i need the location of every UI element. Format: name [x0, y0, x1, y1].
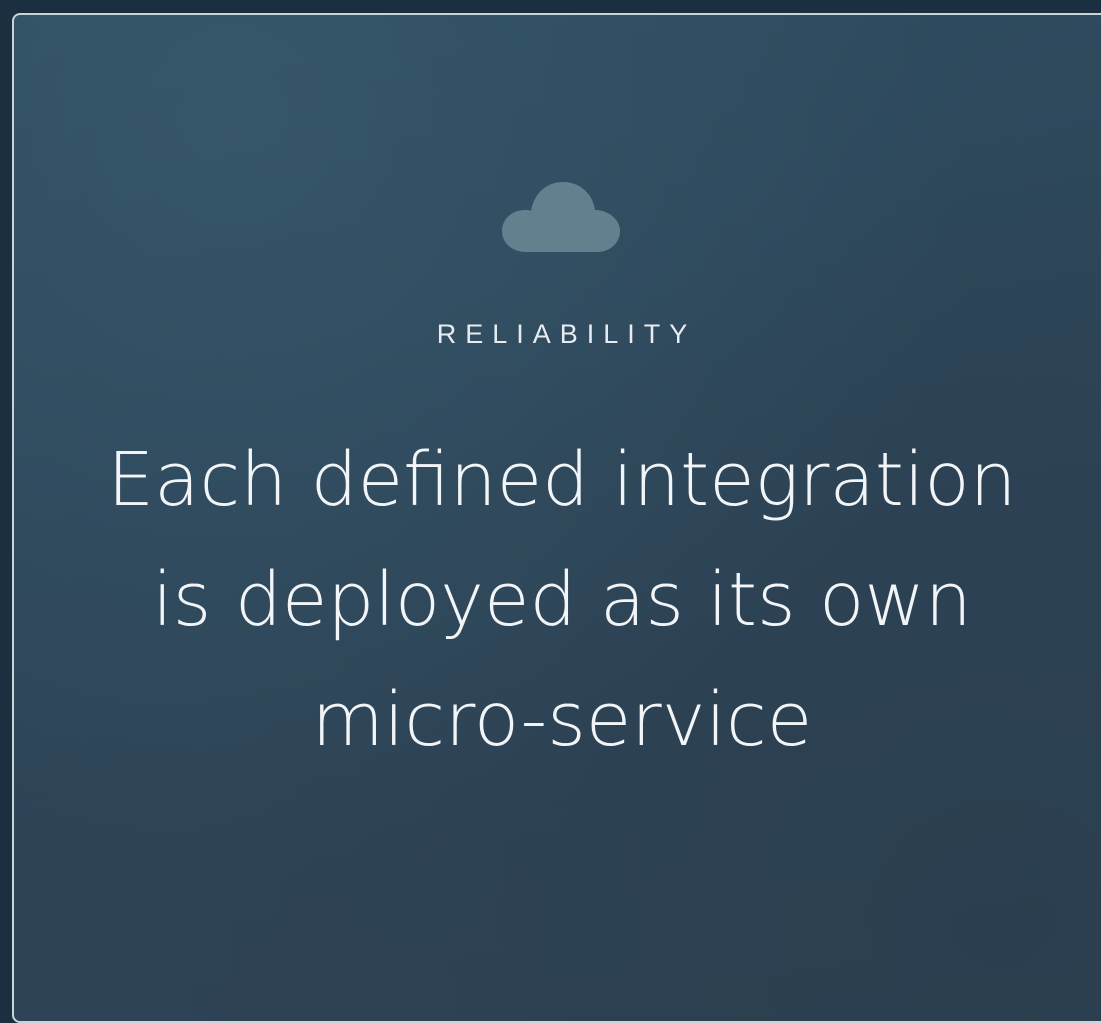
- feature-category-label: RELIABILITY: [436, 319, 697, 349]
- feature-card: RELIABILITY Each defined integration is …: [12, 13, 1101, 1023]
- cloud-icon: [502, 182, 620, 252]
- feature-headline: Each defined integration is deployed as …: [107, 437, 1017, 763]
